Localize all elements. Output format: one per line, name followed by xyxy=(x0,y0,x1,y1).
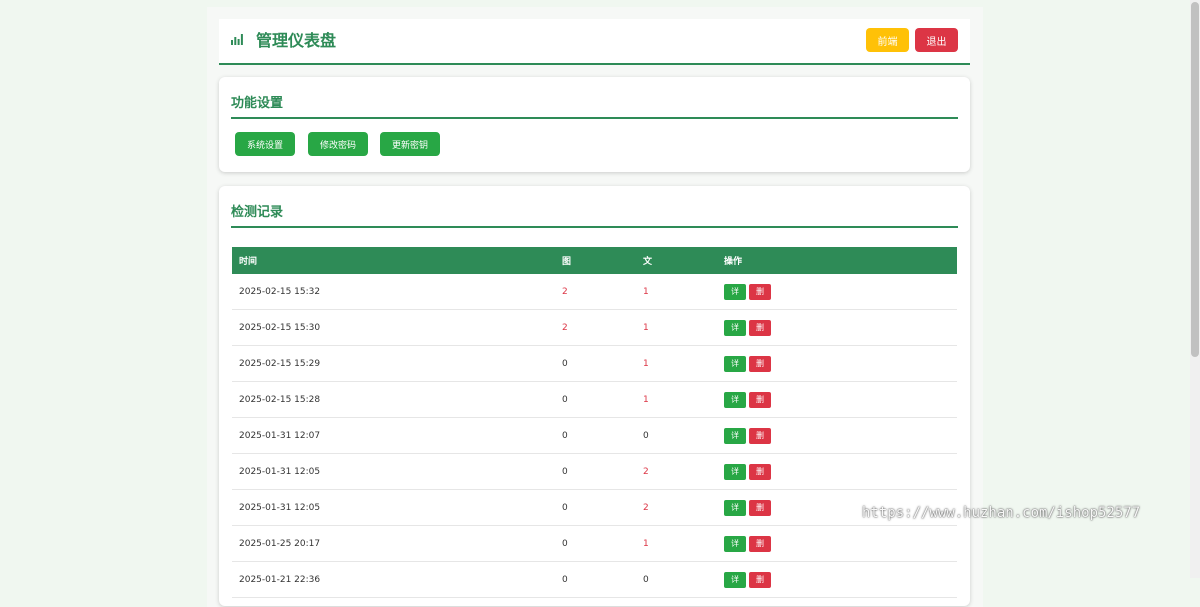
bar-chart-icon xyxy=(231,34,243,45)
record-image-count: 0 xyxy=(555,525,636,562)
record-image-count: 0 xyxy=(555,489,636,526)
delete-button[interactable]: 删 xyxy=(749,499,771,516)
detail-button[interactable]: 详 xyxy=(724,319,746,336)
record-actions: 详删 xyxy=(717,274,957,310)
record-actions: 详删 xyxy=(717,525,957,562)
function-settings-card: 功能设置 系统设置 修改密码 更新密钥 xyxy=(219,77,970,172)
table-row: 2025-01-31 12:05 0 2 详删 xyxy=(232,453,957,490)
record-actions: 详删 xyxy=(717,381,957,418)
record-image-count: 0 xyxy=(555,453,636,490)
delete-button[interactable]: 删 xyxy=(749,463,771,480)
record-text-count: 1 xyxy=(636,274,717,310)
frontend-button[interactable]: 前端 xyxy=(866,28,909,52)
records-table-body: 2025-02-15 15:32 2 1 详删 2025-02-15 15:30 2 1 详删… xyxy=(232,274,957,598)
detail-button[interactable]: 详 xyxy=(724,571,746,588)
record-time: 2025-02-15 15:29 xyxy=(232,345,555,382)
record-image-count: 2 xyxy=(555,309,636,346)
table-row: 2025-02-15 15:32 2 1 详删 xyxy=(232,274,957,310)
delete-button[interactable]: 删 xyxy=(749,319,771,336)
record-actions: 详删 xyxy=(717,561,957,598)
table-row: 2025-02-15 15:30 2 1 详删 xyxy=(232,309,957,346)
table-row: 2025-01-31 12:05 0 2 详删 xyxy=(232,489,957,526)
record-text-count: 1 xyxy=(636,309,717,346)
table-row: 2025-02-15 15:28 0 1 详删 xyxy=(232,381,957,418)
record-time: 2025-02-15 15:32 xyxy=(232,274,555,310)
record-image-count: 0 xyxy=(555,345,636,382)
record-text-count: 1 xyxy=(636,525,717,562)
record-time: 2025-02-15 15:30 xyxy=(232,309,555,346)
detail-button[interactable]: 详 xyxy=(724,463,746,480)
detail-button[interactable]: 详 xyxy=(724,283,746,300)
table-row: 2025-02-15 15:29 0 1 详删 xyxy=(232,345,957,382)
detection-records-title: 检测记录 xyxy=(231,204,958,228)
record-actions: 详删 xyxy=(717,309,957,346)
column-header-time: 时间 xyxy=(232,247,555,274)
detail-button[interactable]: 详 xyxy=(724,535,746,552)
column-header-actions: 操作 xyxy=(717,247,957,274)
logout-button[interactable]: 退出 xyxy=(915,28,958,52)
record-time: 2025-01-21 22:36 xyxy=(232,561,555,598)
delete-button[interactable]: 删 xyxy=(749,535,771,552)
detail-button[interactable]: 详 xyxy=(724,499,746,516)
record-time: 2025-01-31 12:05 xyxy=(232,489,555,526)
record-text-count: 1 xyxy=(636,345,717,382)
record-text-count: 2 xyxy=(636,489,717,526)
change-password-button[interactable]: 修改密码 xyxy=(308,132,368,156)
record-time: 2025-02-15 15:28 xyxy=(232,381,555,418)
watermark-text: https://www.huzhan.com/ishop52577 xyxy=(862,505,1141,521)
records-table: 时间 图 文 操作 2025-02-15 15:32 2 1 详删 2025-02-15… xyxy=(232,247,957,598)
detection-records-card: 检测记录 时间 图 文 操作 2025-02-15 15:32 2 1 详删 2025-… xyxy=(219,186,970,606)
record-text-count: 2 xyxy=(636,453,717,490)
record-time: 2025-01-31 12:05 xyxy=(232,453,555,490)
delete-button[interactable]: 删 xyxy=(749,283,771,300)
record-text-count: 1 xyxy=(636,381,717,418)
delete-button[interactable]: 删 xyxy=(749,391,771,408)
page-scrollbar[interactable] xyxy=(1190,0,1200,578)
table-header-row: 时间 图 文 操作 xyxy=(232,247,957,274)
detail-button[interactable]: 详 xyxy=(724,391,746,408)
detail-button[interactable]: 详 xyxy=(724,355,746,372)
record-actions: 详删 xyxy=(717,453,957,490)
function-settings-title: 功能设置 xyxy=(231,95,958,119)
record-image-count: 2 xyxy=(555,274,636,310)
record-text-count: 0 xyxy=(636,561,717,598)
page-title: 管理仪表盘 xyxy=(256,31,337,50)
record-actions: 详删 xyxy=(717,345,957,382)
record-text-count: 0 xyxy=(636,417,717,454)
detail-button[interactable]: 详 xyxy=(724,427,746,444)
record-image-count: 0 xyxy=(555,561,636,598)
scrollbar-thumb[interactable] xyxy=(1191,2,1199,357)
record-time: 2025-01-25 20:17 xyxy=(232,525,555,562)
column-header-text: 文 xyxy=(636,247,717,274)
record-image-count: 0 xyxy=(555,417,636,454)
delete-button[interactable]: 删 xyxy=(749,427,771,444)
column-header-image: 图 xyxy=(555,247,636,274)
record-actions: 详删 xyxy=(717,417,957,454)
table-row: 2025-01-31 12:07 0 0 详删 xyxy=(232,417,957,454)
table-row: 2025-01-21 22:36 0 0 详删 xyxy=(232,561,957,598)
update-key-button[interactable]: 更新密钥 xyxy=(380,132,440,156)
record-time: 2025-01-31 12:07 xyxy=(232,417,555,454)
delete-button[interactable]: 删 xyxy=(749,571,771,588)
delete-button[interactable]: 删 xyxy=(749,355,771,372)
record-image-count: 0 xyxy=(555,381,636,418)
table-row: 2025-01-25 20:17 0 1 详删 xyxy=(232,525,957,562)
system-settings-button[interactable]: 系统设置 xyxy=(235,132,295,156)
